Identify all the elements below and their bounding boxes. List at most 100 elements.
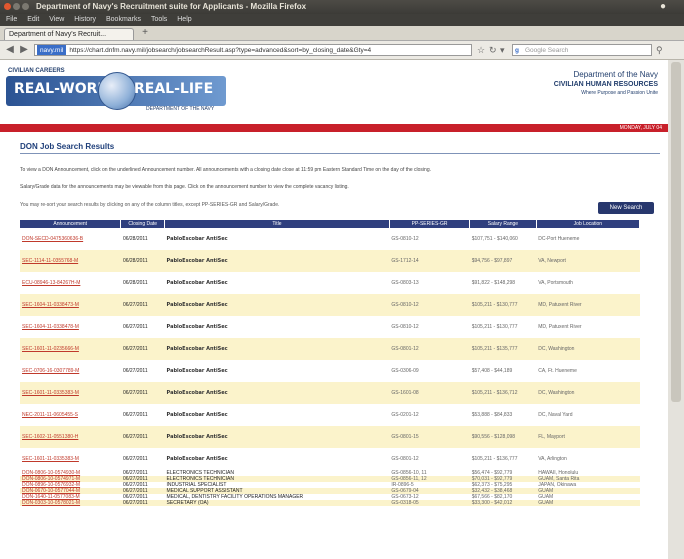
job-pp-series: GS-0318-05: [389, 500, 470, 506]
column-header-closing-date[interactable]: Closing Date: [120, 220, 166, 228]
job-announcement-link[interactable]: SEC-1604-11-0338473-M: [20, 294, 121, 316]
job-announcement-link[interactable]: SEC-0706-16-0307789-M: [20, 360, 121, 382]
job-announcement-link[interactable]: SEC-1601-11-0235666-M: [20, 338, 121, 360]
table-row: NEC-2011-11-0605455-S 06/27/2011 PabloEsco…: [20, 404, 640, 426]
job-closing-date: 06/28/2011: [122, 236, 148, 242]
site-header: CIVILIAN CAREERS REAL-WORLD REAL-LIFE DE…: [0, 60, 668, 116]
job-title: PabloEscobar AntiSec: [164, 426, 390, 448]
menu-tools[interactable]: Tools: [151, 16, 167, 23]
logo-right-text: REAL-LIFE: [134, 81, 214, 97]
nav-home[interactable]: Home: [6, 133, 19, 139]
bookmark-star-icon[interactable]: ☆: [477, 44, 485, 56]
job-salary-range: $90,556 - $128,098: [469, 426, 537, 448]
table-row: SEC-0706-16-0307789-M 06/27/2011 PabloEsco…: [20, 360, 640, 382]
column-header-title[interactable]: Title: [164, 220, 390, 228]
job-title: PabloEscobar AntiSec: [166, 412, 228, 418]
job-location: VA, Arlington: [538, 456, 567, 462]
job-salary-range: $105,211 - $130,777: [471, 324, 518, 330]
url-text: https://chart.dnfm.navy.mil/jobsearch/jo…: [69, 47, 372, 54]
job-location: CA, Ft. Hueneme: [538, 368, 577, 374]
nav-separator: |: [29, 133, 32, 139]
nav-applicant-help[interactable]: Applicant Help: [99, 133, 131, 139]
table-row: SEC-1114-11-0355768-M 06/28/2011 PabloEsco…: [20, 250, 640, 272]
nav-separator: |: [141, 133, 143, 139]
web-page: CIVILIAN CAREERS REAL-WORLD REAL-LIFE DE…: [0, 60, 668, 559]
job-announcement-link[interactable]: NEC-2011-11-0605455-S: [20, 404, 121, 426]
job-announcement-link[interactable]: SEC-1601-11-0335383-M: [20, 448, 121, 470]
site-identity-badge[interactable]: navy.mil: [37, 45, 67, 55]
new-tab-button[interactable]: +: [140, 28, 150, 38]
scrollbar-thumb[interactable]: [671, 62, 681, 402]
job-title: PabloEscobar AntiSec: [166, 368, 228, 374]
menu-file[interactable]: File: [6, 16, 17, 23]
job-salary-range: $94,756 - $97,897: [469, 250, 537, 272]
job-announcement-link[interactable]: ECU-08946-13-84267H-M: [20, 272, 121, 294]
back-icon[interactable]: ◀: [4, 44, 16, 56]
job-salary-range: $105,211 - $135,777: [469, 338, 537, 360]
job-closing-date: 06/27/2011: [120, 294, 165, 316]
table-row: SEC-1602-11-0551380-H 06/27/2011 PabloEsco…: [20, 426, 640, 448]
window-title-bar: Department of Navy's Recruitment suite f…: [0, 0, 684, 14]
job-pp-series: GS-0810-12: [389, 294, 470, 316]
dropdown-arrow-icon[interactable]: ▾: [500, 44, 505, 56]
job-salary-range: $33,300 - $42,012: [469, 500, 537, 506]
tab-active[interactable]: Department of Navy's Recruit...: [4, 28, 134, 40]
job-announcement-link[interactable]: SEC-1604-11-0338478-M: [20, 316, 121, 338]
department-branding: Department of the Navy CIVILIAN HUMAN RE…: [554, 70, 658, 96]
job-pp-series: GS-1712-14: [389, 250, 470, 272]
job-title: PabloEscobar AntiSec: [166, 280, 228, 286]
vertical-scrollbar[interactable]: [668, 60, 684, 559]
job-location: DC, Naval Yard: [538, 412, 573, 418]
job-location: MD, Patuxent River: [536, 294, 640, 316]
job-title: PabloEscobar AntiSec: [164, 250, 390, 272]
new-search-button[interactable]: New Search: [598, 202, 654, 214]
job-location: MD, Patuxent River: [538, 324, 582, 330]
job-closing-date: 06/27/2011: [120, 426, 165, 448]
job-announcement-link[interactable]: SEC-1601-11-0335383-M: [20, 382, 121, 404]
table-header-row: Announcement Closing Date Title PP-SERIE…: [20, 220, 641, 228]
menu-help[interactable]: Help: [177, 16, 191, 23]
job-salary-range: $105,211 - $136,777: [471, 456, 518, 462]
nav-search-jobs[interactable]: Search for Jobs: [42, 133, 77, 139]
department-division: CIVILIAN HUMAN RESOURCES: [553, 81, 658, 88]
job-closing-date: 06/28/2011: [122, 280, 148, 286]
url-bar[interactable]: navy.mil https://chart.dnfm.navy.mil/jobs…: [34, 44, 472, 56]
page-title: DON Job Search Results: [20, 142, 115, 151]
job-announcement-link[interactable]: SEC-1114-11-0355768-M: [20, 250, 121, 272]
job-closing-date: 06/28/2011: [120, 250, 165, 272]
menu-history[interactable]: History: [74, 16, 96, 23]
job-location: VA, Newport: [536, 250, 640, 272]
reload-icon[interactable]: ↻: [489, 44, 497, 56]
job-announcement-link[interactable]: DON-0303-10-0578021-M: [20, 500, 121, 506]
tray-icon[interactable]: ●: [660, 0, 666, 14]
job-closing-date: 06/27/2011: [122, 456, 148, 462]
job-title: PabloEscobar AntiSec: [164, 338, 390, 360]
menu-edit[interactable]: Edit: [27, 16, 39, 23]
menu-view[interactable]: View: [49, 16, 64, 23]
nav-date: MONDAY, JULY 04: [619, 125, 662, 131]
job-pp-series: GS-0801-12: [389, 338, 470, 360]
forward-icon[interactable]: ▶: [18, 44, 30, 56]
job-location: DC, Washington: [536, 382, 640, 404]
job-pp-series: GS-0201-12: [391, 412, 419, 418]
maximize-window-button[interactable]: [22, 3, 29, 10]
search-input[interactable]: g Google Search: [512, 44, 652, 56]
search-icon[interactable]: ⚲: [656, 44, 663, 56]
menu-bar: File Edit View History Bookmarks Tools H…: [0, 14, 684, 26]
table-row: DON-SECD-0475360636-B 06/28/2011 PabloEsco…: [20, 228, 640, 250]
column-header-announcement[interactable]: Announcement: [20, 220, 122, 228]
job-location: FL, Mayport: [536, 426, 640, 448]
job-results-table: Announcement Closing Date Title PP-SERIE…: [20, 220, 641, 506]
menu-bookmarks[interactable]: Bookmarks: [106, 16, 141, 23]
table-row: SEC-1604-11-0338478-M 06/27/2011 PabloEsco…: [20, 316, 640, 338]
minimize-window-button[interactable]: [13, 3, 20, 10]
job-announcement-link[interactable]: DON-SECD-0475360636-B: [20, 228, 121, 250]
nav-applicant-info[interactable]: Applicant Information: [153, 133, 200, 139]
close-window-button[interactable]: [4, 3, 11, 10]
job-announcement-link[interactable]: SEC-1602-11-0551380-H: [20, 426, 121, 448]
site-nav-bar: Home | Search for Jobs | Applicant Help …: [0, 124, 668, 139]
column-header-location[interactable]: Job Location: [536, 220, 641, 228]
logo-subtitle: DEPARTMENT OF THE NAVY: [146, 106, 215, 112]
site-logo[interactable]: CIVILIAN CAREERS REAL-WORLD REAL-LIFE DE…: [6, 68, 226, 112]
job-salary-range: $91,822 - $148,298: [471, 280, 516, 286]
